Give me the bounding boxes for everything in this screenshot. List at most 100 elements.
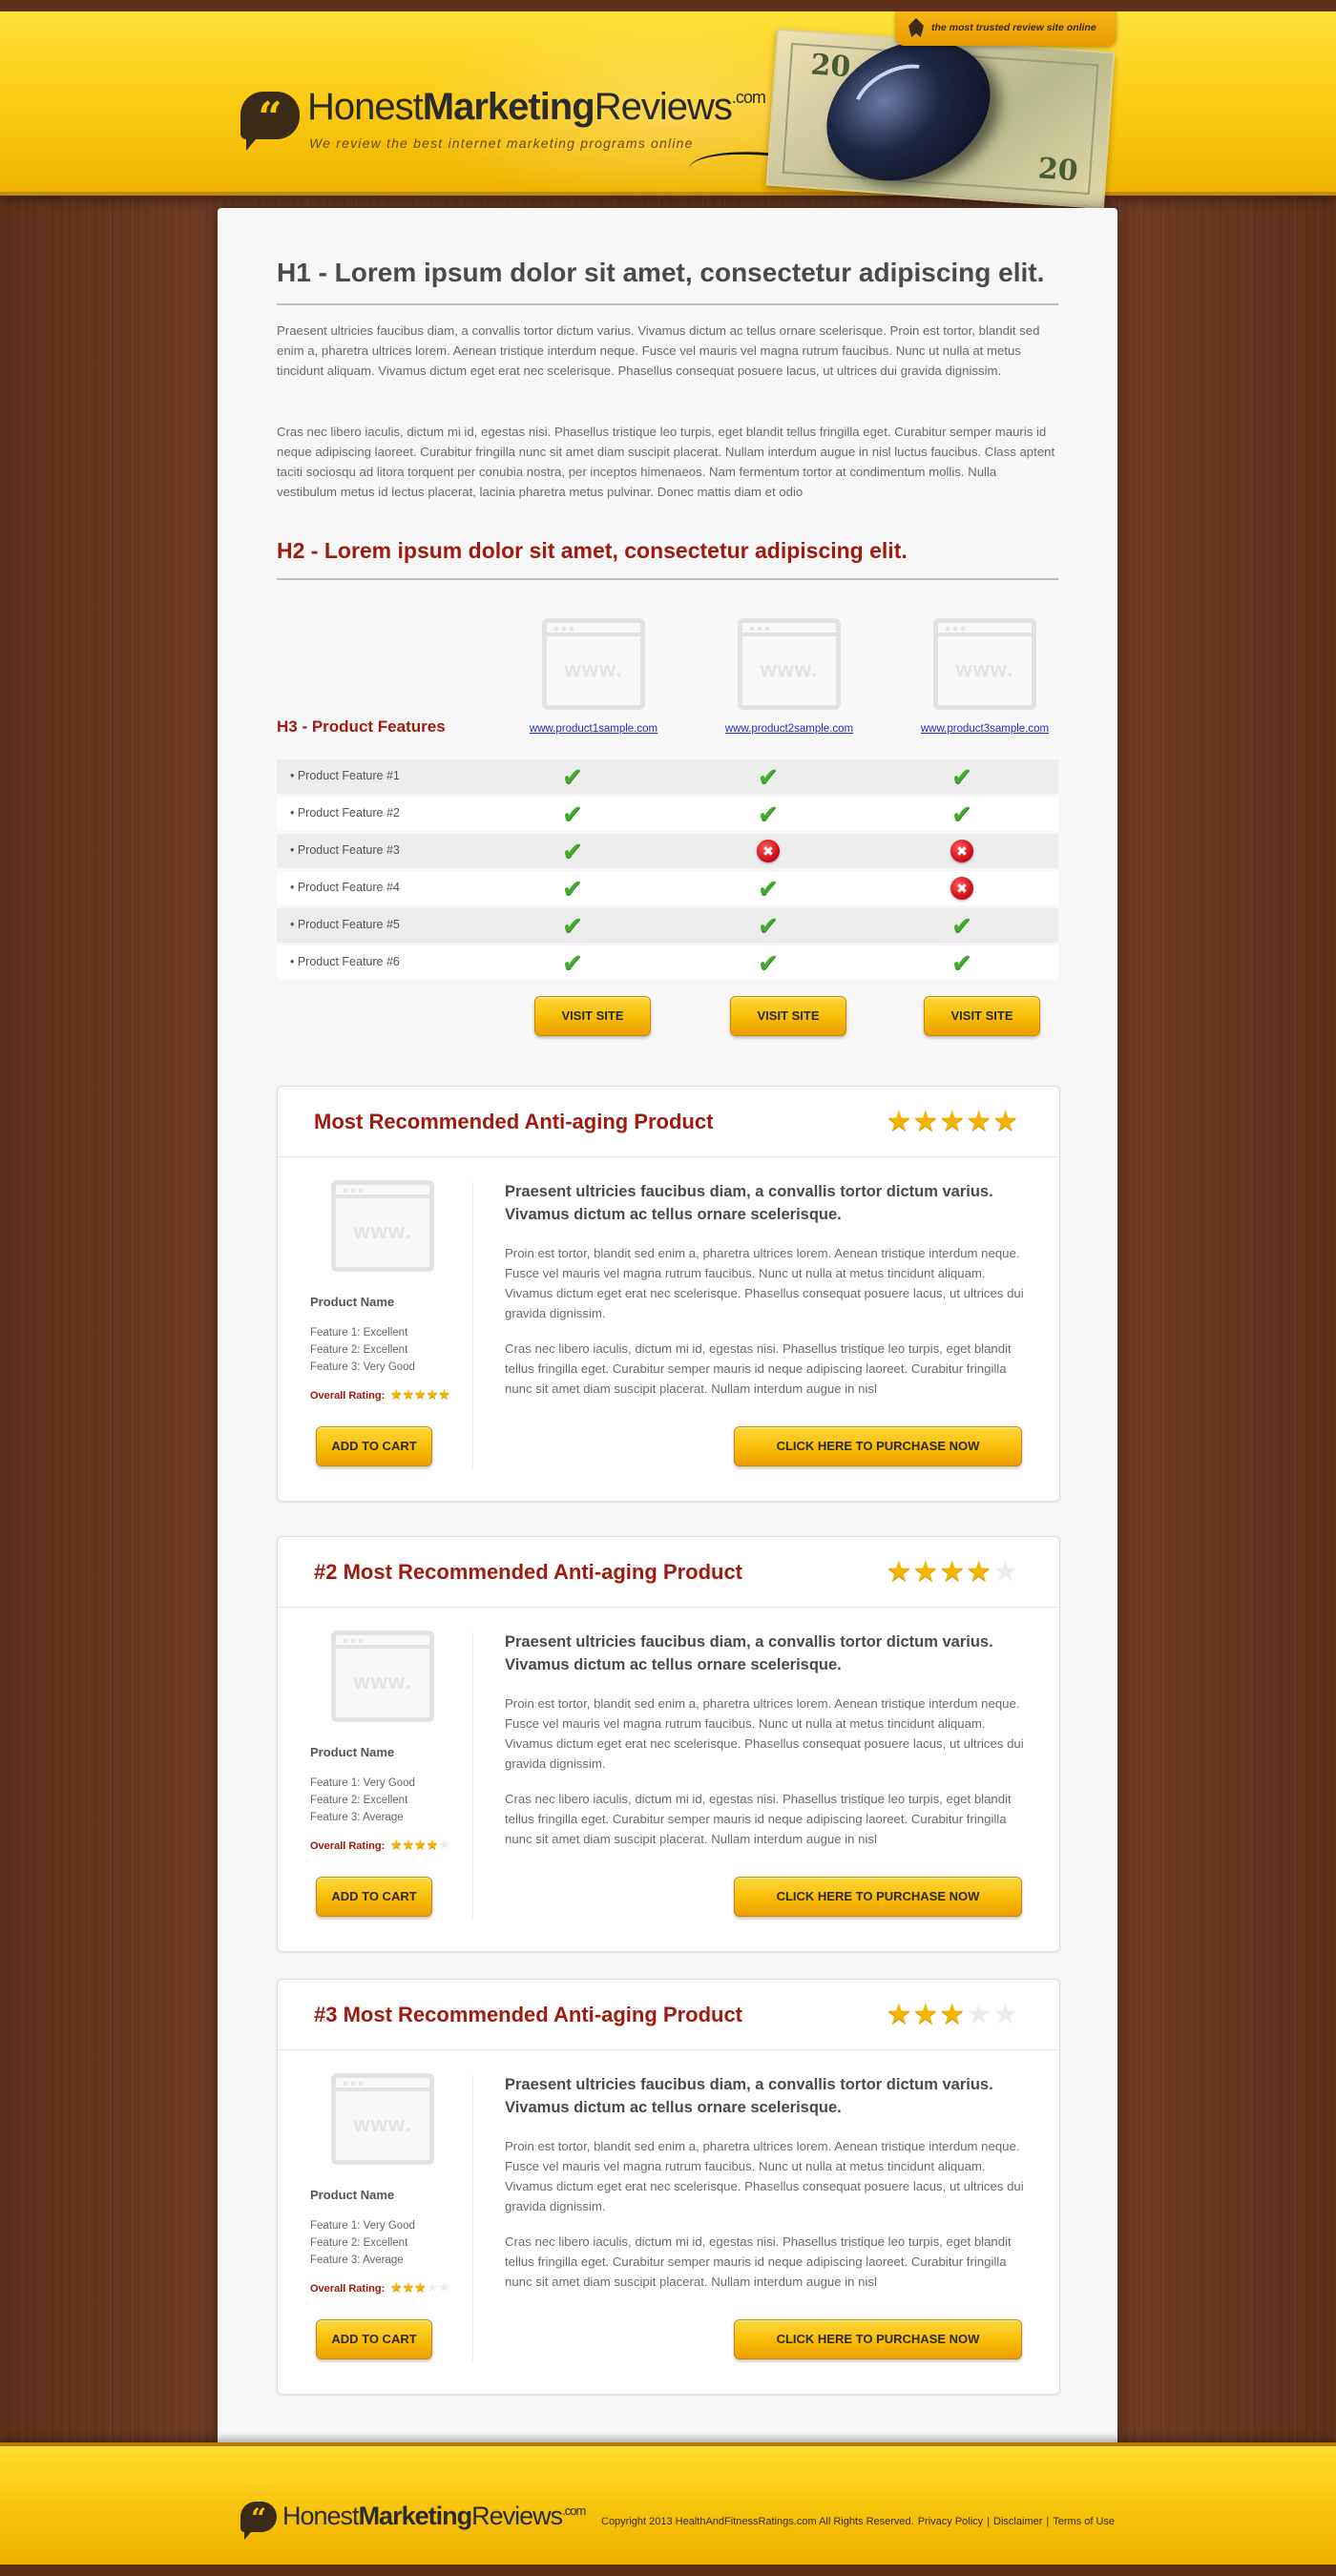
trusted-badge: the most trusted review site online xyxy=(895,11,1117,46)
add-to-cart-button[interactable]: ADD TO CART xyxy=(316,2319,432,2359)
card-paragraph-2: Cras nec libero iaculis, dictum mi id, e… xyxy=(505,2234,1012,2289)
section-heading: H2 - Lorem ipsum dolor sit amet, consect… xyxy=(277,538,908,563)
overall-rating-stars: ★★★★★ xyxy=(390,1386,450,1402)
visit-site-button-1[interactable]: VISIT SITE xyxy=(534,996,651,1036)
feature-item: Feature 3: Average xyxy=(310,2254,404,2266)
product-3-link[interactable]: www.product3sample.com xyxy=(899,723,1071,735)
star-icon: ★ xyxy=(939,1106,967,1137)
quote-bubble-icon: “ xyxy=(240,92,300,151)
overall-rating-label: Overall Rating: xyxy=(310,1840,386,1852)
bill-value: 20 xyxy=(1036,152,1079,189)
feature-item: Feature 1: Very Good xyxy=(310,1777,415,1789)
overall-rating-label: Overall Rating: xyxy=(310,1390,386,1402)
site-header: “ HonestMarketingReviews.com We review t… xyxy=(0,0,1336,225)
site-logo[interactable]: “ HonestMarketingReviews.com We review t… xyxy=(240,86,766,162)
add-to-cart-button[interactable]: ADD TO CART xyxy=(316,1877,432,1917)
star-icon: ★ xyxy=(438,1386,450,1402)
card-paragraph-1: Proin est tortor, blandit sed enim a, ph… xyxy=(505,1246,1024,1320)
checkmark-icon: ✔ xyxy=(562,874,583,903)
feature-label: • Product Feature #6 xyxy=(290,955,400,968)
medal-icon xyxy=(908,18,924,37)
star-icon: ★ xyxy=(992,1556,1019,1588)
feature-row: • Product Feature #1 ✔ ✔ ✔ xyxy=(277,759,1058,794)
quote-bubble-icon: “ xyxy=(240,2502,277,2540)
purchase-now-button[interactable]: CLICK HERE TO PURCHASE NOW xyxy=(734,1426,1022,1466)
purchase-now-button[interactable]: CLICK HERE TO PURCHASE NOW xyxy=(734,2319,1022,2359)
visit-site-button-3[interactable]: VISIT SITE xyxy=(924,996,1040,1036)
feature-label: • Product Feature #3 xyxy=(290,843,400,857)
feature-label: • Product Feature #4 xyxy=(290,881,400,894)
product-placeholder-image: www. xyxy=(331,1631,434,1722)
product-1-link[interactable]: www.product1sample.com xyxy=(508,723,679,735)
checkmark-icon: ✔ xyxy=(562,948,583,977)
privacy-policy-link[interactable]: Privacy Policy xyxy=(918,2516,983,2527)
product-name: Product Name xyxy=(310,1295,395,1309)
star-icon: ★ xyxy=(426,2279,439,2295)
star-icon: ★ xyxy=(402,2279,415,2295)
star-icon: ★ xyxy=(390,1386,403,1402)
checkmark-icon: ✔ xyxy=(758,874,779,903)
column-divider xyxy=(472,1182,473,1468)
feature-row: • Product Feature #4 ✔ ✔ ✖ xyxy=(277,871,1058,905)
terms-of-use-link[interactable]: Terms of Use xyxy=(1053,2516,1115,2527)
product-name: Product Name xyxy=(310,1745,395,1759)
disclaimer-link[interactable]: Disclaimer xyxy=(993,2516,1042,2527)
logo-wordmark: HonestMarketingReviews.com xyxy=(282,2502,586,2530)
separator: | xyxy=(1046,2516,1050,2527)
star-icon: ★ xyxy=(414,1837,427,1852)
checkmark-icon: ✔ xyxy=(758,762,779,791)
star-icon: ★ xyxy=(426,1386,439,1402)
card-paragraph-2: Cras nec libero iaculis, dictum mi id, e… xyxy=(505,1341,1012,1396)
content-panel: H1 - Lorem ipsum dolor sit amet, consect… xyxy=(218,208,1117,2458)
card-paragraph-1: Proin est tortor, blandit sed enim a, ph… xyxy=(505,1696,1024,1771)
separator: | xyxy=(987,2516,991,2527)
checkmark-icon: ✔ xyxy=(758,911,779,940)
overall-rating-stars: ★★★★★ xyxy=(390,1837,450,1853)
visit-site-button-2[interactable]: VISIT SITE xyxy=(730,996,846,1036)
card-header: Most Recommended Anti-aging Product ★★★★★ xyxy=(278,1087,1059,1157)
feature-item: Feature 2: Excellent xyxy=(310,1795,408,1806)
star-icon: ★ xyxy=(426,1837,439,1852)
tagline: We review the best internet marketing pr… xyxy=(309,135,694,151)
star-icon: ★ xyxy=(992,1106,1019,1137)
star-icon: ★ xyxy=(939,1556,967,1588)
product-2-placeholder-image: www. xyxy=(738,618,841,710)
star-icon: ★ xyxy=(992,1999,1019,2030)
card-header: #2 Most Recommended Anti-aging Product ★★… xyxy=(278,1537,1059,1608)
feature-label: • Product Feature #1 xyxy=(290,769,400,782)
feature-item: Feature 3: Very Good xyxy=(310,1361,415,1373)
page-title: H1 - Lorem ipsum dolor sit amet, consect… xyxy=(277,258,1045,287)
feature-item: Feature 3: Average xyxy=(310,1812,404,1823)
star-icon: ★ xyxy=(886,1999,913,2030)
checkmark-icon: ✔ xyxy=(951,762,972,791)
intro-paragraph-1: Praesent ultricies faucibus diam, a conv… xyxy=(277,323,1040,378)
card-title: #2 Most Recommended Anti-aging Product xyxy=(314,1560,743,1584)
star-icon: ★ xyxy=(966,1106,993,1137)
product-2-link[interactable]: www.product2sample.com xyxy=(703,723,875,735)
feature-item: Feature 1: Excellent xyxy=(310,1327,408,1339)
site-footer: “ HonestMarketingReviews.com Copyright 2… xyxy=(0,2442,1336,2565)
divider xyxy=(277,578,1058,580)
feature-item: Feature 2: Excellent xyxy=(310,1344,408,1356)
cross-icon: ✖ xyxy=(757,840,780,862)
footer-logo[interactable]: “ HonestMarketingReviews.com xyxy=(240,2500,586,2540)
card-lead-text: Praesent ultricies faucibus diam, a conv… xyxy=(505,2076,993,2116)
overall-rating-stars: ★★★★★ xyxy=(390,2279,450,2296)
star-icon: ★ xyxy=(912,1556,940,1588)
card-rating-stars: ★★★★★ xyxy=(886,1108,1019,1136)
card-lead-text: Praesent ultricies faucibus diam, a conv… xyxy=(505,1633,993,1673)
intro-paragraph-2: Cras nec libero iaculis, dictum mi id, e… xyxy=(277,425,1055,499)
card-title: #3 Most Recommended Anti-aging Product xyxy=(314,2003,743,2026)
star-icon: ★ xyxy=(912,1106,940,1137)
checkmark-icon: ✔ xyxy=(758,800,779,828)
purchase-now-button[interactable]: CLICK HERE TO PURCHASE NOW xyxy=(734,1877,1022,1917)
checkmark-icon: ✔ xyxy=(951,800,972,828)
star-icon: ★ xyxy=(912,1999,940,2030)
card-title: Most Recommended Anti-aging Product xyxy=(314,1110,714,1133)
feature-item: Feature 2: Excellent xyxy=(310,2237,408,2249)
star-icon: ★ xyxy=(886,1556,913,1588)
add-to-cart-button[interactable]: ADD TO CART xyxy=(316,1426,432,1466)
overall-rating-label: Overall Rating: xyxy=(310,2283,386,2295)
divider xyxy=(277,303,1058,305)
product-placeholder-image: www. xyxy=(331,2073,434,2165)
